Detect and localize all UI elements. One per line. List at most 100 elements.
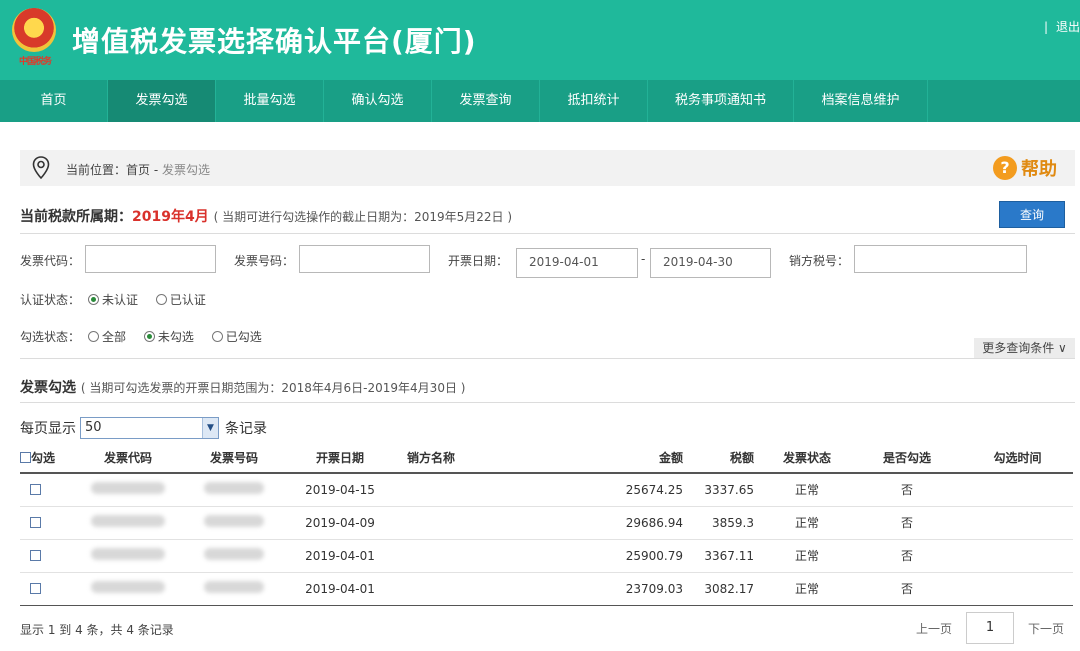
redacted-value	[91, 515, 165, 527]
nav-deduction-stats[interactable]: 抵扣统计	[540, 80, 648, 122]
radio-checked-icon[interactable]	[88, 294, 99, 305]
status-cell: 正常	[762, 506, 852, 540]
per-page-value[interactable]: 50	[85, 420, 102, 435]
date-from-input[interactable]: 2019-04-01	[516, 248, 638, 278]
nav-tax-notice[interactable]: 税务事项通知书	[648, 80, 794, 122]
header-is-selected: 是否勾选	[852, 443, 962, 474]
tax-emblem-icon	[12, 8, 56, 52]
issue-date-cell: 2019-04-15	[290, 473, 390, 507]
chevron-down-icon[interactable]: ▼	[202, 418, 218, 438]
period-value: 2019年4月	[132, 209, 209, 225]
issue-date-cell: 2019-04-09	[290, 506, 390, 540]
period-label: 当前税款所属期：	[20, 209, 132, 225]
select-time-cell	[962, 506, 1073, 540]
help-button[interactable]: ? 帮助	[993, 155, 1057, 181]
radio-icon[interactable]	[155, 294, 167, 305]
nav-invoice-select[interactable]: 发票勾选	[108, 80, 216, 122]
invoice-number-cell	[178, 473, 290, 507]
issue-date-label: 开票日期：	[448, 254, 509, 268]
invoice-code-cell	[78, 473, 178, 507]
date-to-input[interactable]: 2019-04-30	[650, 248, 771, 278]
seller-tax-label: 销方税号：	[789, 254, 850, 268]
row-checkbox-cell[interactable]	[20, 506, 78, 540]
radio-checked-icon[interactable]	[143, 331, 155, 342]
invoice-code-cell	[78, 506, 178, 540]
select-time-cell	[962, 572, 1073, 606]
cert-unverified-option[interactable]: 未认证	[88, 291, 138, 308]
table-row[interactable]: 2019-04-01 25900.79 3367.11 正常 否	[20, 539, 1073, 573]
amount-cell: 25674.25	[472, 473, 687, 507]
cert-unverified-label[interactable]: 未认证	[102, 293, 138, 307]
redacted-value	[91, 482, 165, 495]
breadcrumb-current: 发票勾选	[161, 163, 210, 177]
table-row[interactable]: 2019-04-09 29686.94 3859.3 正常 否	[20, 506, 1073, 540]
logout-link[interactable]: | 退出	[1044, 18, 1080, 35]
header-amount: 金额	[472, 443, 687, 474]
checkbox-icon[interactable]	[30, 516, 41, 528]
invoice-code-input[interactable]	[85, 245, 216, 273]
checkbox-icon[interactable]	[30, 582, 41, 594]
is-selected-cell: 否	[852, 572, 962, 606]
divider	[20, 402, 1075, 403]
tax-cell: 3337.65	[687, 473, 762, 507]
select-checked-label[interactable]: 已勾选	[226, 330, 262, 344]
nav-home[interactable]: 首页	[0, 80, 108, 122]
more-conditions-button[interactable]: 更多查询条件 ∨	[974, 338, 1075, 358]
table-header-row: 勾选 发票代码 发票号码 开票日期 销方名称 金额 税额 发票状态 是否勾选 勾…	[20, 443, 1073, 474]
status-cell: 正常	[762, 539, 852, 573]
per-page-select[interactable]: 50 ▼	[80, 417, 219, 439]
radio-icon[interactable]	[88, 331, 99, 342]
seller-name-cell	[390, 473, 472, 507]
period-note: ( 当期可进行勾选操作的截止日期为：2019年5月22日 )	[213, 210, 513, 224]
per-page-control: 每页显示 50 ▼ 条记录	[20, 417, 267, 439]
invoice-number-input[interactable]	[299, 245, 430, 273]
breadcrumb: 当前位置：首页 - 发票勾选 ? 帮助	[20, 150, 1075, 186]
invoice-code-label: 发票代码：	[20, 254, 81, 268]
page-number-input[interactable]: 1	[965, 612, 1014, 644]
tax-cell: 3082.17	[687, 572, 762, 606]
nav-confirm-select[interactable]: 确认勾选	[324, 80, 432, 122]
section-title: 发票勾选 ( 当期可勾选发票的开票日期范围为：2018年4月6日-2019年4月…	[20, 377, 465, 397]
invoice-number-label: 发票号码：	[234, 254, 295, 268]
row-checkbox-cell[interactable]	[20, 539, 78, 573]
select-unchecked-option[interactable]: 未勾选	[143, 328, 194, 345]
row-checkbox-cell[interactable]	[20, 572, 78, 606]
status-cell: 正常	[762, 473, 852, 507]
table-row[interactable]: 2019-04-15 25674.25 3337.65 正常 否	[20, 473, 1073, 507]
per-page-suffix: 条记录	[225, 421, 267, 437]
header-invoice-number: 发票号码	[178, 443, 290, 474]
seller-tax-input[interactable]	[854, 245, 1027, 273]
radio-icon[interactable]	[211, 331, 223, 342]
select-all-label[interactable]: 全部	[102, 330, 126, 344]
next-page-button[interactable]: 下一页	[1028, 620, 1064, 637]
header-select-all[interactable]: 勾选	[20, 443, 78, 474]
select-all-option[interactable]: 全部	[88, 328, 126, 345]
breadcrumb-text: 当前位置：首页 - 发票勾选	[66, 161, 210, 178]
select-status-group: 全部 未勾选 已勾选	[88, 328, 276, 345]
seller-name-cell	[390, 539, 472, 573]
nav-batch-select[interactable]: 批量勾选	[216, 80, 324, 122]
checkbox-icon[interactable]	[20, 452, 31, 463]
tax-cell: 3367.11	[687, 539, 762, 573]
app-header: 中国税务 增值税发票选择确认平台(厦门) | 退出	[0, 0, 1080, 80]
checkbox-icon[interactable]	[30, 549, 41, 561]
select-unchecked-label[interactable]: 未勾选	[158, 330, 194, 344]
header-seller-name: 销方名称	[390, 443, 472, 474]
query-button[interactable]: 查询	[999, 201, 1065, 228]
table-row[interactable]: 2019-04-01 23709.03 3082.17 正常 否	[20, 572, 1073, 606]
row-checkbox-cell[interactable]	[20, 473, 78, 507]
help-label[interactable]: 帮助	[1021, 155, 1057, 181]
nav-archive-maintenance[interactable]: 档案信息维护	[794, 80, 928, 122]
select-status-label: 勾选状态：	[20, 330, 81, 344]
select-checked-option[interactable]: 已勾选	[211, 328, 262, 345]
prev-page-button[interactable]: 上一页	[916, 620, 952, 637]
cert-verified-option[interactable]: 已认证	[155, 291, 206, 308]
cert-verified-label[interactable]: 已认证	[170, 293, 206, 307]
logout-label[interactable]: 退出	[1056, 20, 1080, 34]
location-pin-icon	[32, 156, 50, 180]
help-icon[interactable]: ?	[993, 156, 1017, 180]
checkbox-icon[interactable]	[30, 483, 41, 495]
invoice-number-cell	[178, 572, 290, 606]
section-title-text: 发票勾选	[20, 380, 76, 396]
nav-invoice-query[interactable]: 发票查询	[432, 80, 540, 122]
